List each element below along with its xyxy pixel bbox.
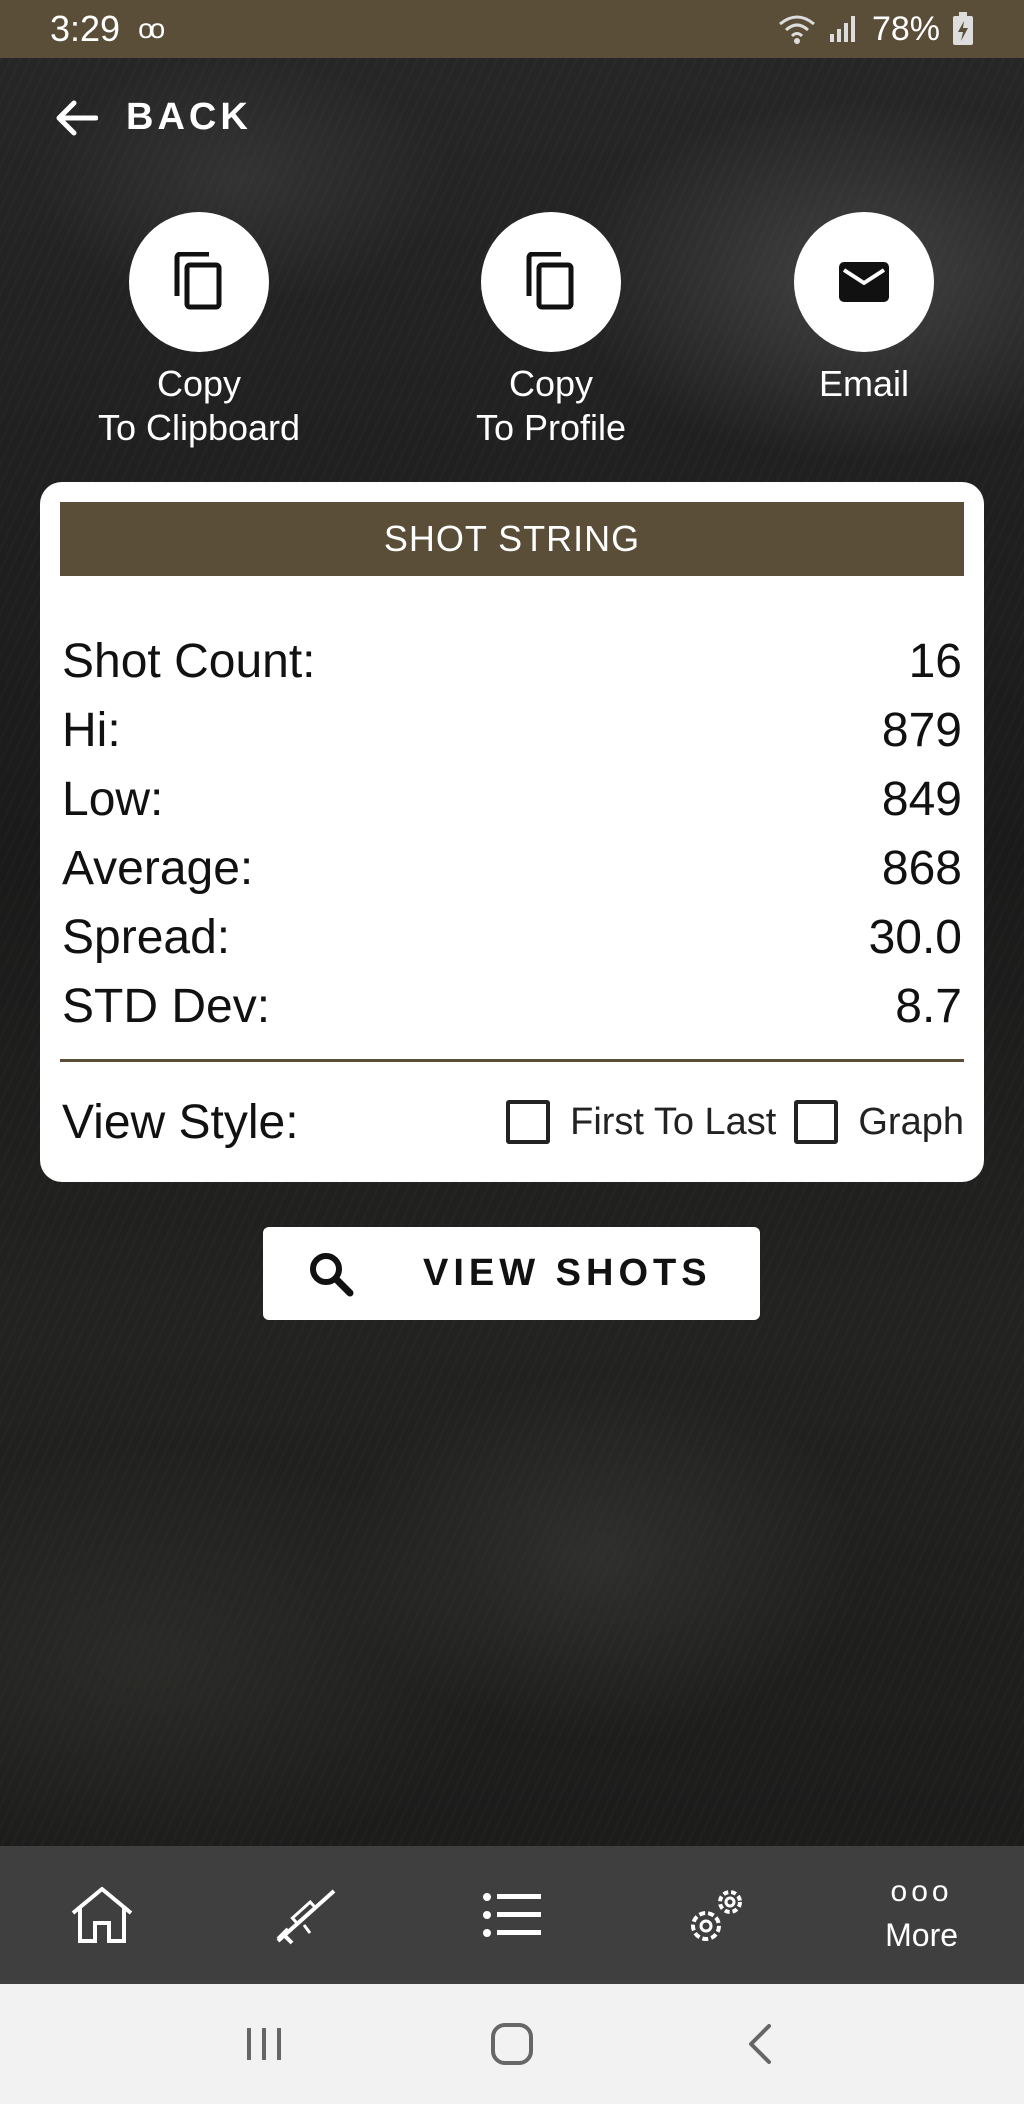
stat-label: Hi: [62, 704, 121, 757]
first-to-last-option[interactable]: First To Last [506, 1100, 776, 1144]
stat-label: Spread: [62, 911, 231, 964]
rifle-icon [276, 1889, 336, 1945]
copy-icon-circle [129, 212, 269, 352]
wifi-icon [778, 15, 815, 44]
stat-value: 849 [881, 773, 962, 826]
back-label: BACK [126, 96, 252, 138]
copy-icon-circle [481, 212, 621, 352]
email-icon-circle [794, 212, 934, 352]
stat-label: Average: [62, 842, 254, 895]
stat-row-average: Average: 868 [62, 834, 962, 903]
stat-value: 30.0 [868, 911, 962, 964]
more-dots-icon: ooo [890, 1874, 953, 1908]
first-to-last-checkbox[interactable] [506, 1100, 551, 1144]
back-button[interactable]: BACK [56, 96, 252, 139]
nav-more[interactable]: ooo More [819, 1846, 1024, 1984]
graph-option[interactable]: Graph [794, 1100, 964, 1144]
stat-row-spread: Spread: 30.0 [62, 903, 962, 972]
copy-to-clipboard-button[interactable]: Copy To Clipboard [69, 212, 329, 450]
nav-home[interactable] [0, 1846, 205, 1984]
card-title: SHOT STRING [60, 502, 964, 576]
signal-icon [829, 16, 855, 42]
arrow-left-icon [56, 100, 98, 135]
stat-label: STD Dev: [62, 980, 271, 1033]
stat-label: Low: [62, 773, 164, 826]
view-shots-button[interactable]: VIEW SHOTS [263, 1227, 760, 1320]
recent-apps-icon [247, 2028, 281, 2060]
nav-rifles[interactable] [205, 1846, 410, 1984]
home-square-icon [491, 2023, 533, 2065]
email-button[interactable]: Email [734, 212, 994, 406]
recent-apps-button[interactable] [214, 2004, 314, 2084]
status-icons: 78% [778, 10, 974, 49]
bottom-nav: ooo More [0, 1846, 1024, 1984]
stat-row-std-dev: STD Dev: 8.7 [62, 972, 962, 1041]
email-icon [839, 262, 889, 302]
chevron-left-icon [749, 2024, 771, 2064]
stat-value: 868 [881, 842, 962, 895]
stat-value: 16 [908, 635, 962, 688]
stat-value: 879 [881, 704, 962, 757]
view-style-label: View Style: [62, 1095, 299, 1149]
copy-to-profile-button[interactable]: Copy To Profile [421, 212, 681, 450]
status-time: 3:29 [50, 8, 121, 49]
copy-icon [174, 252, 222, 310]
copy-icon [526, 252, 574, 310]
battery-percent: 78% [871, 9, 940, 48]
stat-row-low: Low: 849 [62, 765, 962, 834]
nav-more-label: More [885, 1916, 959, 1953]
divider [60, 1059, 964, 1062]
home-icon [72, 1887, 133, 1943]
nav-list[interactable] [410, 1846, 615, 1984]
view-style-row: View Style: First To Last Graph [62, 1087, 964, 1157]
stat-row-shot-count: Shot Count: 16 [62, 627, 962, 696]
voicemail-icon: oo [138, 13, 165, 44]
stat-row-hi: Hi: 879 [62, 696, 962, 765]
system-nav-bar [0, 1984, 1024, 2104]
back-system-button[interactable] [710, 2004, 810, 2084]
graph-label: Graph [858, 1100, 964, 1143]
home-system-button[interactable] [462, 2004, 562, 2084]
copy-to-profile-label: Copy To Profile [475, 363, 627, 448]
graph-checkbox[interactable] [794, 1100, 839, 1144]
view-style-options: First To Last Graph [506, 1100, 964, 1144]
battery-charging-icon [953, 12, 973, 45]
copy-to-clipboard-label: Copy To Clipboard [97, 363, 301, 448]
shot-string-card: SHOT STRING Shot Count: 16 Hi: 879 Low: … [40, 482, 984, 1182]
email-label: Email [818, 363, 910, 404]
search-icon [310, 1253, 354, 1297]
status-bar: 3:29 oo 78% [0, 0, 1024, 58]
first-to-last-label: First To Last [570, 1100, 777, 1143]
settings-icon [690, 1890, 742, 1941]
list-icon [482, 1893, 541, 1937]
stat-value: 8.7 [895, 980, 962, 1033]
view-shots-label: VIEW SHOTS [423, 1252, 712, 1294]
stat-label: Shot Count: [62, 635, 316, 688]
nav-settings[interactable] [614, 1846, 819, 1984]
